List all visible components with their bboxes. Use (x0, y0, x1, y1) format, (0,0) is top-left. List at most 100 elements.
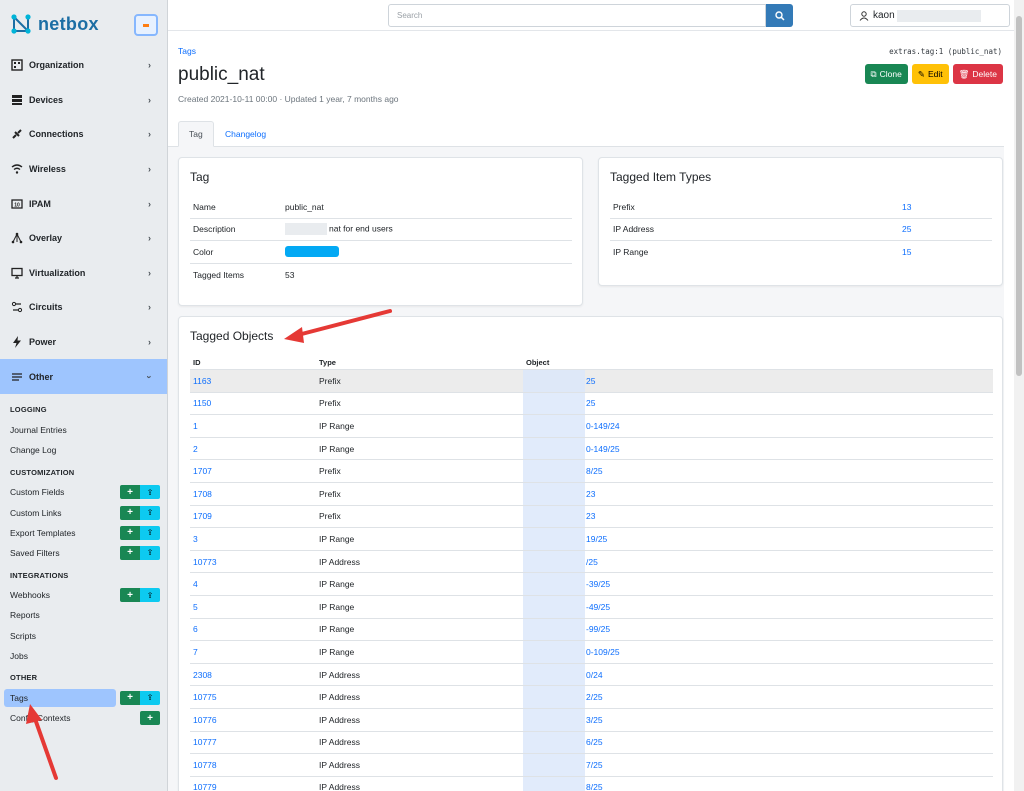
object-link[interactable]: 6/25 (526, 737, 603, 747)
sidebar-item-jobs[interactable]: Jobs (0, 646, 167, 666)
object-id-link[interactable]: 7 (190, 647, 319, 657)
search-button[interactable] (766, 4, 793, 27)
search-input[interactable]: Search (388, 4, 766, 27)
object-id-link[interactable]: 1709 (190, 511, 319, 521)
nav-item-ipam[interactable]: 10 IPAM › (0, 186, 167, 221)
object-link[interactable]: 25 (526, 398, 595, 408)
breadcrumb[interactable]: Tags (178, 46, 196, 56)
import-custom-links-button[interactable]: ⇪ (140, 505, 160, 520)
add-custom-field-button[interactable]: + (120, 485, 140, 500)
sidebar-item-custom-links[interactable]: Custom Links + ⇪ (0, 503, 167, 523)
object-id-link[interactable]: 1708 (190, 489, 319, 499)
object-link[interactable]: 8/25 (526, 466, 603, 476)
object-id-link[interactable]: 10773 (190, 557, 319, 567)
object-type: IP Range (319, 624, 355, 635)
object-id-link[interactable]: 1707 (190, 466, 319, 476)
object-link[interactable]: 23 (526, 489, 595, 499)
top-bar: Search kaon (168, 0, 1014, 31)
add-config-context-button[interactable]: + (140, 711, 160, 725)
sidebar-item-saved-filters[interactable]: Saved Filters + ⇪ (0, 543, 167, 563)
object-id-link[interactable]: 1 (190, 421, 319, 431)
column-header-id[interactable]: ID (190, 358, 319, 367)
object-id-link[interactable]: 5 (190, 602, 319, 612)
edit-button[interactable]: ✎ Edit (911, 64, 949, 84)
object-id-link[interactable]: 4 (190, 579, 319, 589)
object-type: IP Range (319, 420, 355, 431)
object-link[interactable]: 2/25 (526, 692, 603, 702)
add-custom-link-button[interactable]: + (120, 505, 140, 520)
sidebar-item-custom-fields[interactable]: Custom Fields + ⇪ (0, 482, 167, 502)
sidebar-item-journal-entries[interactable]: Journal Entries (0, 420, 167, 440)
nav-item-devices[interactable]: Devices › (0, 83, 167, 118)
object-id-link[interactable]: 2 (190, 444, 319, 454)
object-link[interactable]: -39/25 (526, 579, 610, 589)
sidebar-item-scripts[interactable]: Scripts (0, 625, 167, 645)
nav-item-power[interactable]: Power › (0, 325, 167, 360)
table-row: 4 IP Range -39/25 (190, 572, 993, 595)
brand[interactable]: netbox (0, 0, 167, 48)
tab-tag[interactable]: Tag (178, 121, 214, 147)
object-link[interactable]: /25 (526, 557, 598, 567)
object-id-link[interactable]: 1163 (190, 376, 319, 386)
column-header-type[interactable]: Type (319, 358, 526, 367)
user-menu-button[interactable]: kaon (850, 4, 1010, 27)
type-count-link[interactable]: 25 (902, 224, 992, 234)
main-content: Tags public_nat Created 2021-10-11 00:00… (168, 31, 1014, 791)
add-saved-filter-button[interactable]: + (120, 545, 140, 560)
sidebar-toggle-button[interactable] (134, 14, 158, 36)
nav-item-circuits[interactable]: Circuits › (0, 290, 167, 325)
object-link[interactable]: -99/25 (526, 624, 610, 634)
object-link[interactable]: 19/25 (526, 534, 607, 544)
chevron-right-icon: › (148, 164, 151, 175)
scrollbar-thumb[interactable] (1016, 16, 1022, 376)
object-link[interactable]: 23 (526, 511, 595, 521)
tag-row-color: Color (190, 241, 572, 264)
object-link[interactable]: 25 (526, 376, 595, 386)
import-tags-button[interactable]: ⇪ (140, 690, 160, 705)
import-custom-fields-button[interactable]: ⇪ (140, 485, 160, 500)
sidebar-item-config-contexts[interactable]: Config Contexts + (0, 708, 167, 728)
nav-item-other[interactable]: Other › (0, 359, 167, 394)
nav-item-wireless[interactable]: Wireless › (0, 152, 167, 187)
page-scrollbar[interactable] (1014, 0, 1024, 791)
table-row: 10773 IP Address/25 (190, 549, 993, 573)
nav-item-overlay[interactable]: Overlay › (0, 221, 167, 256)
object-link[interactable]: 0-149/25 (526, 444, 620, 454)
object-id-link[interactable]: 10776 (190, 715, 319, 725)
object-link[interactable]: -49/25 (526, 602, 610, 612)
object-id-link[interactable]: 10775 (190, 692, 319, 702)
type-count-link[interactable]: 13 (902, 202, 992, 212)
object-link[interactable]: 0-109/25 (526, 647, 620, 657)
object-id-link[interactable]: 10778 (190, 760, 319, 770)
sidebar-item-reports[interactable]: Reports (0, 605, 167, 625)
tab-changelog[interactable]: Changelog (215, 121, 276, 147)
sidebar-item-export-templates[interactable]: Export Templates + ⇪ (0, 523, 167, 543)
import-saved-filters-button[interactable]: ⇪ (140, 545, 160, 560)
add-tag-button[interactable]: + (120, 690, 140, 705)
object-link[interactable]: 3/25 (526, 715, 603, 725)
nav-item-organization[interactable]: Organization › (0, 48, 167, 83)
object-id-link[interactable]: 10779 (190, 782, 319, 791)
object-link[interactable]: 8/25 (526, 782, 603, 791)
column-header-object[interactable]: Object (526, 358, 993, 367)
add-webhook-button[interactable]: + (120, 588, 140, 603)
object-id-link[interactable]: 3 (190, 534, 319, 544)
sidebar-item-tags[interactable]: Tags + ⇪ (0, 688, 167, 708)
import-webhooks-button[interactable]: ⇪ (140, 588, 160, 603)
nav-item-virtualization[interactable]: Virtualization › (0, 256, 167, 291)
object-link[interactable]: 0-149/24 (526, 421, 620, 431)
type-count-link[interactable]: 15 (902, 247, 992, 257)
object-link[interactable]: 7/25 (526, 760, 603, 770)
object-link[interactable]: 0/24 (526, 670, 603, 680)
add-export-template-button[interactable]: + (120, 525, 140, 540)
clone-button[interactable]: ⧉ Clone (864, 64, 908, 84)
object-id-link[interactable]: 1150 (190, 398, 319, 408)
object-id-link[interactable]: 2308 (190, 670, 319, 680)
delete-button[interactable]: 🗑 Delete (952, 64, 1003, 84)
object-id-link[interactable]: 10777 (190, 737, 319, 747)
sidebar-item-webhooks[interactable]: Webhooks + ⇪ (0, 585, 167, 605)
nav-item-connections[interactable]: Connections › (0, 117, 167, 152)
object-id-link[interactable]: 6 (190, 624, 319, 634)
import-export-templates-button[interactable]: ⇪ (140, 525, 160, 540)
sidebar-item-change-log[interactable]: Change Log (0, 440, 167, 460)
